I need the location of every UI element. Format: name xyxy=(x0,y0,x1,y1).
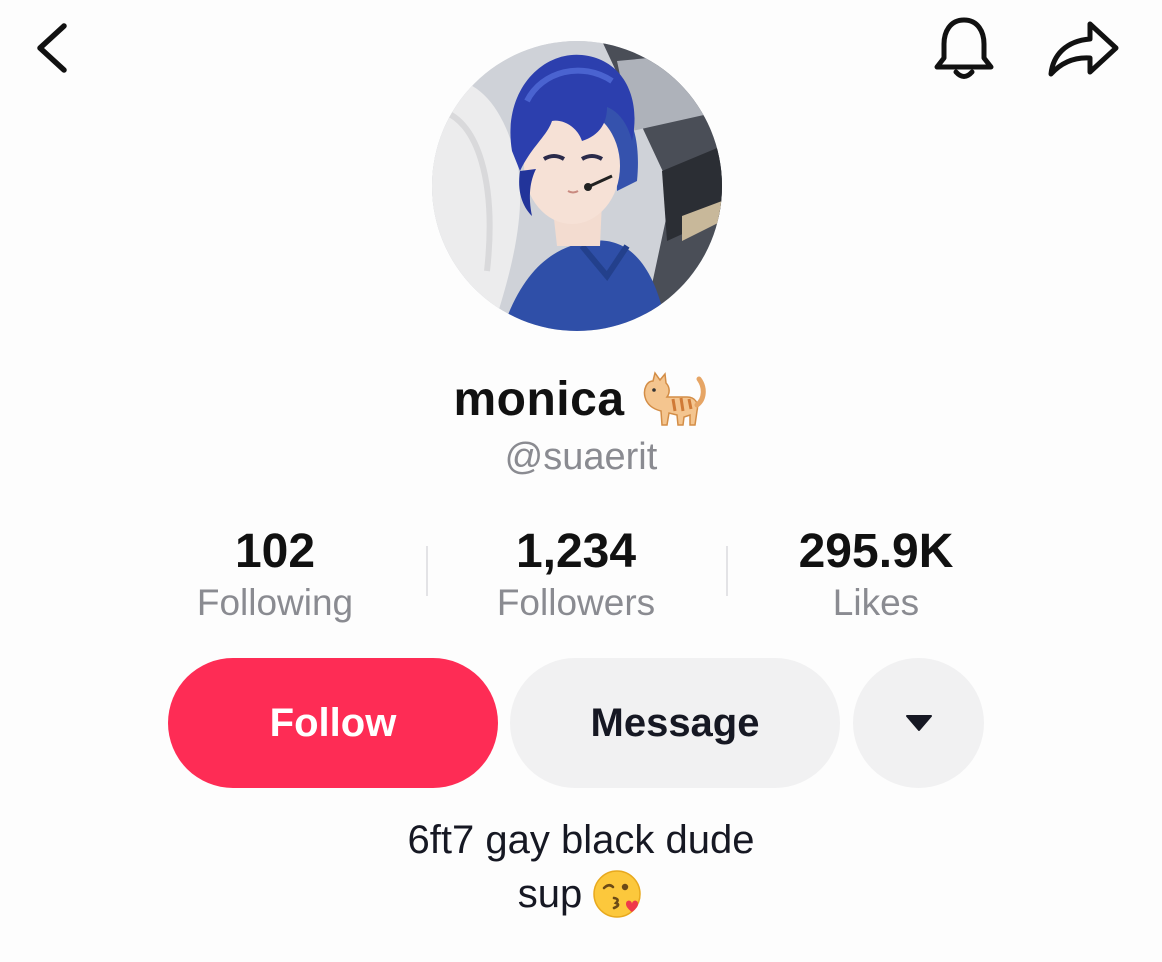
stat-label: Likes xyxy=(832,582,920,623)
profile-avatar[interactable] xyxy=(432,41,722,331)
more-options-button[interactable] xyxy=(853,658,984,788)
chevron-left-icon xyxy=(37,23,67,73)
profile-bio: 6ft7 gay black dude sup xyxy=(0,814,1162,922)
stat-value: 295.9K xyxy=(798,525,954,578)
stat-following[interactable]: 102 Following xyxy=(125,524,425,626)
bio-line: 6ft7 gay black dude xyxy=(407,818,755,862)
stat-label: Followers xyxy=(496,582,656,623)
stat-label: Following xyxy=(196,582,354,623)
cat-emoji xyxy=(643,371,706,426)
username-handle: @suaerit xyxy=(504,436,658,478)
caret-down-icon xyxy=(905,715,932,731)
stat-likes[interactable]: 295.9K Likes xyxy=(726,524,1026,626)
kissing-face-emoji xyxy=(593,870,641,918)
stat-followers[interactable]: 1,234 Followers xyxy=(426,524,726,626)
message-button[interactable]: Message xyxy=(510,658,840,788)
anime-character-avatar xyxy=(432,41,722,331)
notification-button[interactable] xyxy=(928,14,1000,84)
stat-value: 102 xyxy=(234,525,316,578)
follow-button[interactable]: Follow xyxy=(168,658,498,788)
share-button[interactable] xyxy=(1044,18,1124,80)
back-button[interactable] xyxy=(28,18,80,78)
bio-line: sup xyxy=(517,872,583,916)
share-arrow-icon xyxy=(1048,21,1119,77)
stat-value: 1,234 xyxy=(515,525,637,578)
display-name: monica xyxy=(453,372,625,426)
profile-stats: 102 Following 1,234 Followers 295.9K Lik… xyxy=(125,524,1025,634)
bell-icon xyxy=(934,17,994,79)
bio-line-with-emoji: sup xyxy=(0,866,1162,922)
display-name-row: monica xyxy=(0,362,1162,436)
